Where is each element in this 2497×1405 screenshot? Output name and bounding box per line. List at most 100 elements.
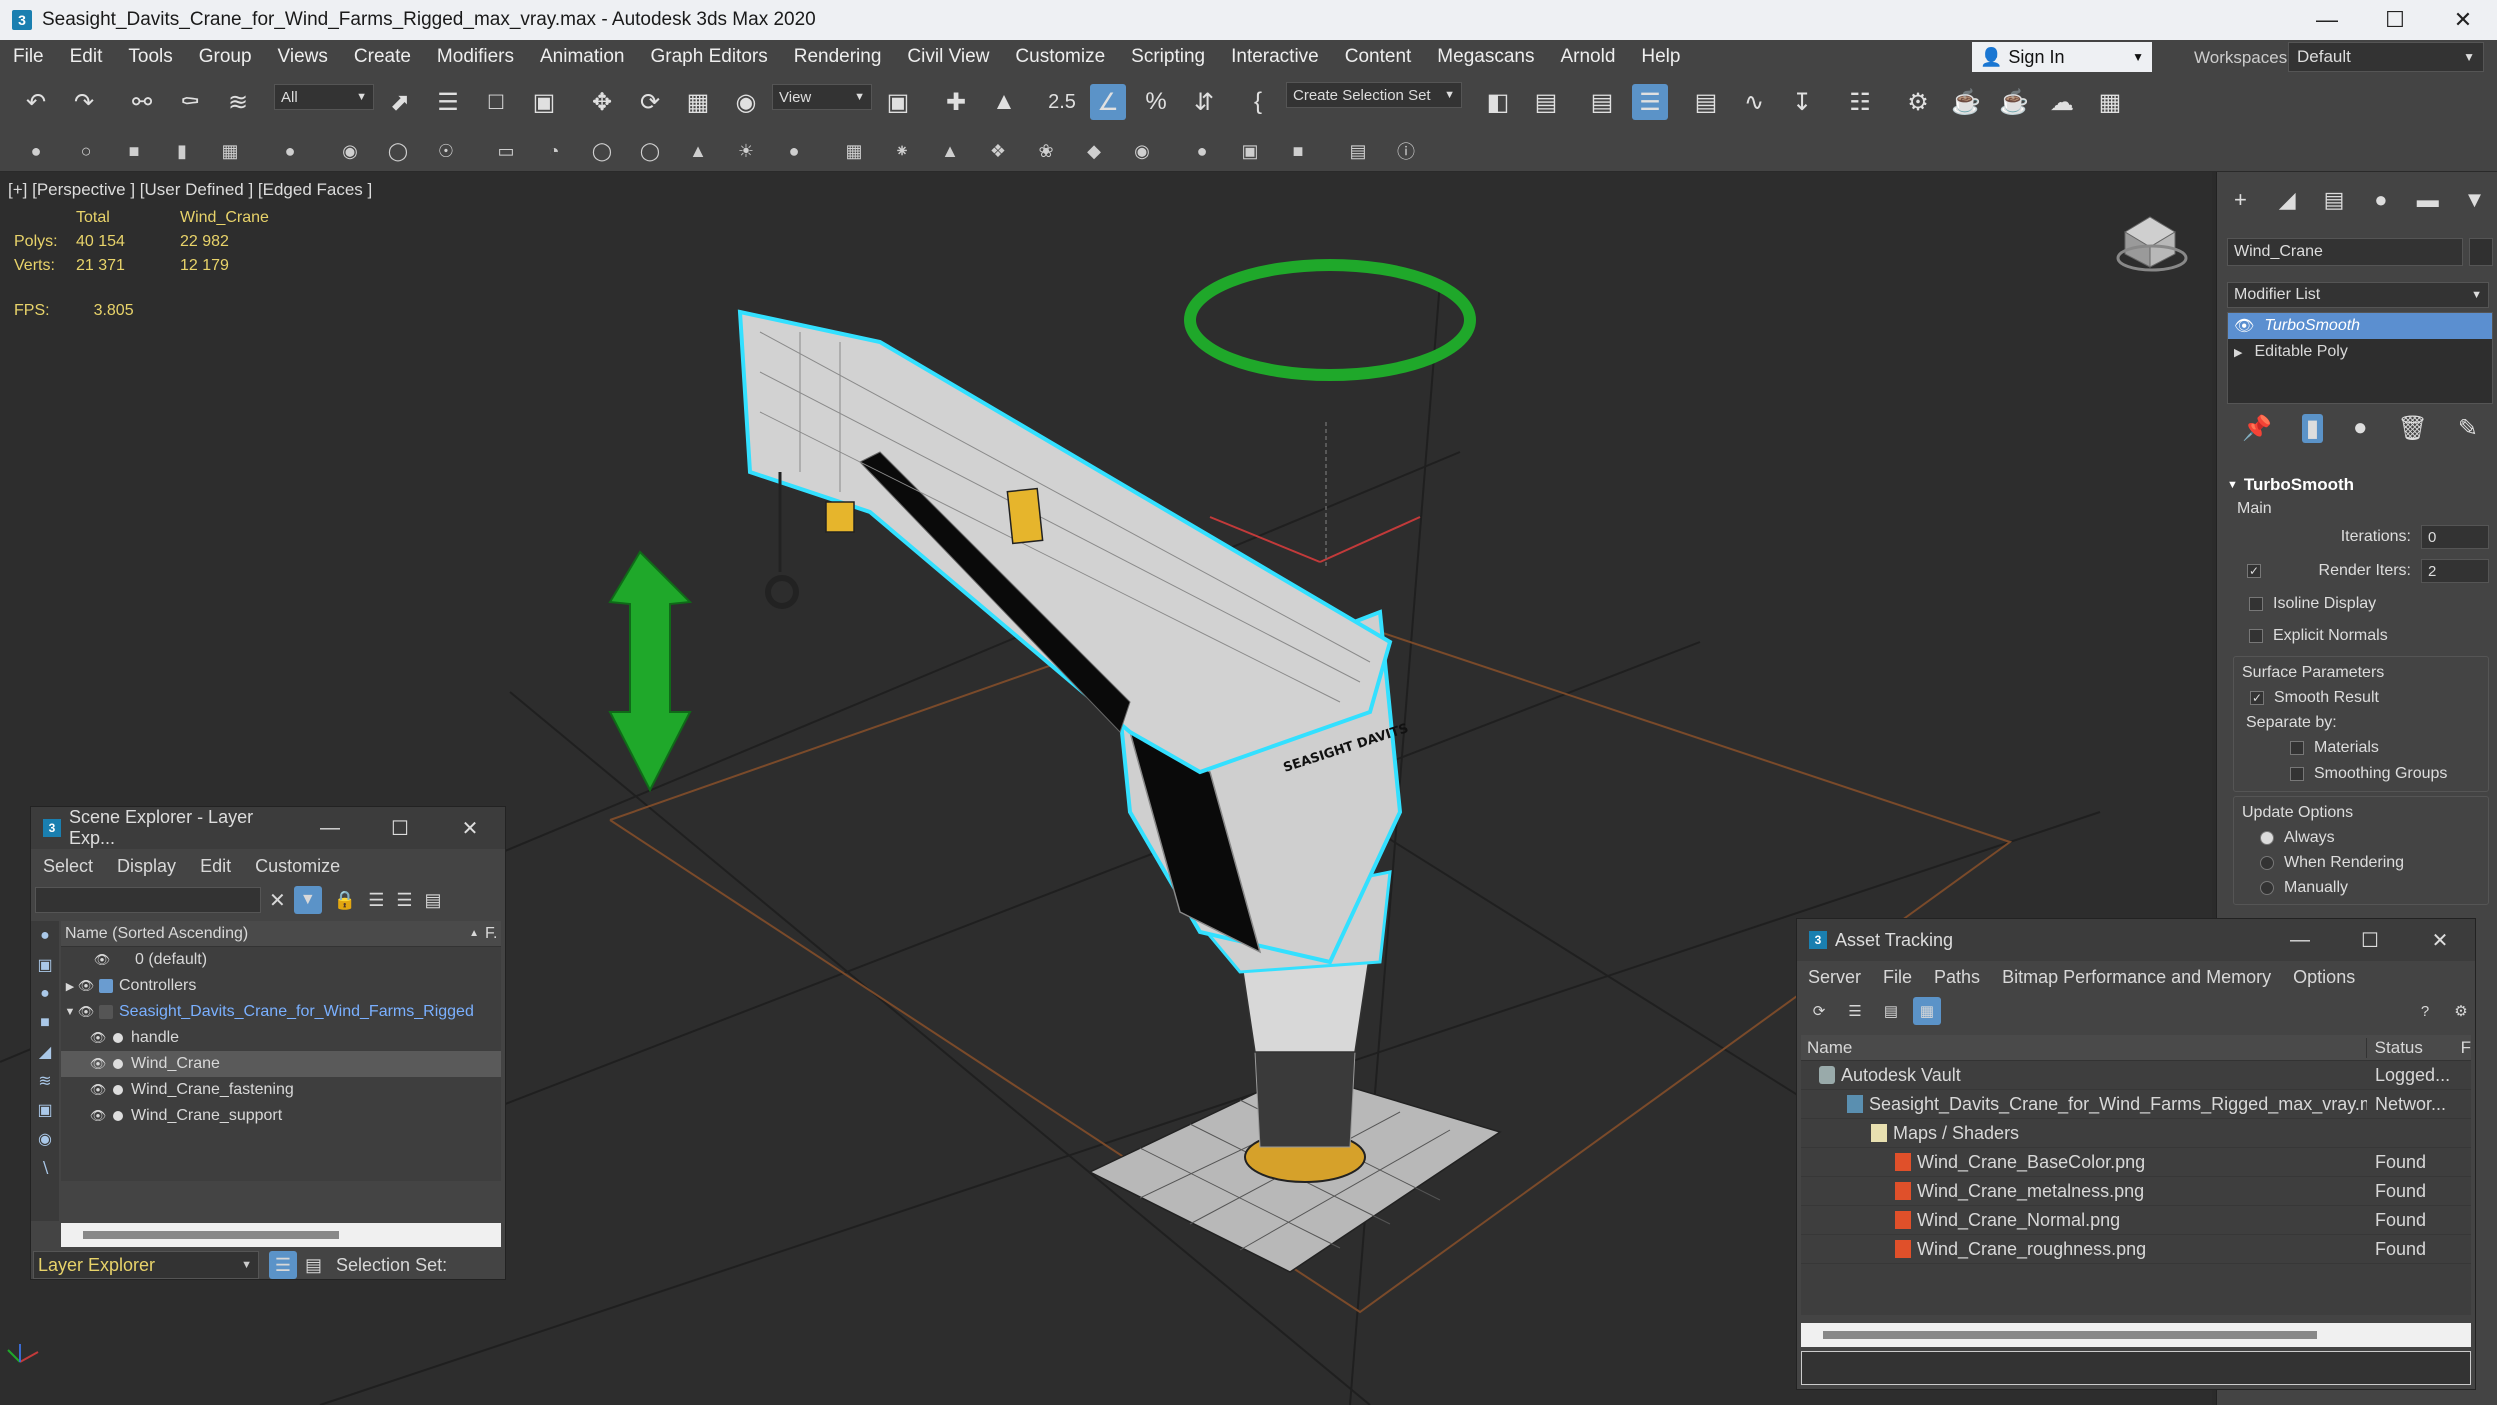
configure-modifier-sets-icon[interactable]: ✎ — [2458, 414, 2478, 443]
column-name-header[interactable]: Name — [1801, 1037, 2367, 1058]
snaps-toggle-icon[interactable]: 2.5 — [1040, 84, 1084, 120]
modify-tab-icon[interactable]: ◢ — [2264, 187, 2311, 213]
geometry-filter-icon[interactable]: ● — [31, 921, 59, 950]
plant-icon[interactable]: ❀ — [1032, 137, 1060, 165]
selection-filter-dropdown[interactable]: All ▼ — [274, 84, 374, 110]
xrefs-filter-icon[interactable]: ◉ — [31, 1124, 59, 1153]
select-manipulate-icon[interactable]: ✚ — [938, 84, 974, 120]
cone-icon[interactable]: ▲ — [684, 137, 712, 165]
iterations-spinner[interactable]: 0 — [2421, 525, 2489, 549]
manually-radio[interactable] — [2260, 880, 2274, 895]
horizontal-scrollbar[interactable] — [61, 1223, 501, 1247]
asset-row-roughness[interactable]: Wind_Crane_roughness.png Found — [1801, 1235, 2471, 1264]
edit-named-selection-icon[interactable]: { — [1240, 84, 1276, 120]
eye-icon[interactable]: 👁 — [89, 1056, 107, 1072]
torus-icon[interactable]: ◯ — [636, 137, 664, 165]
viewport-label[interactable]: [+] [Perspective ] [User Defined ] [Edge… — [8, 180, 372, 200]
schematic-view-icon[interactable]: ↧ — [1784, 84, 1820, 120]
render-setup-icon[interactable]: ⚙ — [1900, 84, 1936, 120]
camera-icon[interactable]: ◉ — [336, 137, 364, 165]
close-button[interactable]: ✕ — [2429, 0, 2497, 40]
camera-physical-icon[interactable]: ■ — [1284, 137, 1312, 165]
explicit-normals-checkbox[interactable] — [2249, 629, 2263, 643]
sign-in-dropdown[interactable]: 👤 Sign In ▼ — [1972, 42, 2152, 72]
menu-customize[interactable]: Customize — [1002, 46, 1118, 68]
shapes-filter-icon[interactable]: ▣ — [31, 950, 59, 979]
tree-row-wind-crane-support[interactable]: 👁 Wind_Crane_support — [61, 1103, 501, 1129]
workspace-dropdown[interactable]: Default ▼ — [2288, 42, 2484, 72]
menu-group[interactable]: Group — [186, 46, 265, 68]
menu-help[interactable]: Help — [1628, 46, 1693, 68]
rollout-header[interactable]: ▼ TurboSmooth — [2227, 472, 2489, 498]
asset-row-maps-folder[interactable]: Maps / Shaders — [1801, 1119, 2471, 1148]
remove-modifier-icon[interactable]: 🗑 — [2397, 414, 2427, 443]
menu-select[interactable]: Select — [31, 856, 105, 877]
modifier-list-dropdown[interactable]: Modifier List ▼ — [2227, 282, 2489, 308]
menu-edit[interactable]: Edit — [57, 46, 116, 68]
grid-icon[interactable]: ▦ — [840, 137, 868, 165]
render-iters-spinner[interactable]: 2 — [2421, 559, 2489, 583]
render-iters-checkbox[interactable]: ✓ — [2247, 564, 2261, 578]
move-icon[interactable]: ✥ — [584, 84, 620, 120]
material-ball-icon[interactable]: ● — [1188, 137, 1216, 165]
mirror-icon[interactable]: ◧ — [1480, 84, 1516, 120]
asset-row-normal[interactable]: Wind_Crane_Normal.png Found — [1801, 1206, 2471, 1235]
spacewarps-filter-icon[interactable]: ≋ — [31, 1066, 59, 1095]
sort-icon[interactable]: ▤ — [424, 890, 441, 911]
eye-icon[interactable]: 👁 — [89, 1082, 107, 1098]
create-layer-icon[interactable]: ☰ — [368, 890, 384, 911]
place-icon[interactable]: ◉ — [728, 84, 764, 120]
menu-file[interactable]: File — [1872, 967, 1923, 988]
scene-explorer-titlebar[interactable]: 3 Scene Explorer - Layer Exp... — ☐ ✕ — [31, 807, 505, 849]
eye-icon[interactable]: 👁 — [93, 952, 111, 968]
ball-icon[interactable]: ◯ — [588, 137, 616, 165]
lock-icon[interactable]: 🔒 — [334, 890, 356, 911]
close-button[interactable]: ✕ — [435, 816, 505, 841]
tree-row-wind-crane-fastening[interactable]: 👁 Wind_Crane_fastening — [61, 1077, 501, 1103]
maximize-button[interactable]: ☐ — [365, 816, 435, 841]
asset-row-basecolor[interactable]: Wind_Crane_BaseColor.png Found — [1801, 1148, 2471, 1177]
create-tab-icon[interactable]: + — [2217, 187, 2264, 213]
crane-hook[interactable] — [765, 575, 799, 609]
pivot-center-icon[interactable]: ▣ — [880, 84, 916, 120]
toggle-layer-explorer-icon[interactable]: ☰ — [1632, 84, 1668, 120]
hierarchy-icon[interactable]: ▤ — [305, 1255, 322, 1276]
autodesk-a360-gallery-icon[interactable]: ▦ — [2092, 84, 2128, 120]
maximize-button[interactable]: ☐ — [2361, 0, 2429, 40]
menu-options[interactable]: Options — [2282, 967, 2366, 988]
menu-content[interactable]: Content — [1332, 46, 1425, 68]
show-end-result-icon[interactable]: ▮ — [2301, 413, 2324, 443]
rock-icon[interactable]: ◆ — [1080, 137, 1108, 165]
dome-icon[interactable]: ◔ — [540, 137, 568, 165]
lift-controller-arrow[interactable] — [608, 550, 693, 793]
utilities-tab-icon[interactable]: ▼ — [2451, 187, 2497, 213]
space-warp-icon[interactable]: ☉ — [432, 137, 460, 165]
asset-row-metalness[interactable]: Wind_Crane_metalness.png Found — [1801, 1177, 2471, 1206]
light-icon[interactable]: ● — [276, 137, 304, 165]
teapot-icon[interactable]: ● — [22, 137, 50, 165]
undo-icon[interactable]: ↶ — [18, 84, 54, 120]
toggle-ribbon-icon[interactable]: ▤ — [1688, 84, 1724, 120]
select-by-name-icon[interactable]: ☰ — [430, 84, 466, 120]
window-crossing-icon[interactable]: ▣ — [526, 84, 562, 120]
percent-snap-icon[interactable]: % — [1138, 84, 1174, 120]
unlink-icon[interactable]: ⚰ — [172, 84, 208, 120]
help-icon[interactable]: ? — [2411, 997, 2439, 1025]
omni-light-icon[interactable]: ● — [780, 137, 808, 165]
menu-server[interactable]: Server — [1797, 967, 1872, 988]
plane-icon[interactable]: ▦ — [216, 137, 244, 165]
smoothing-groups-checkbox[interactable] — [2290, 767, 2304, 781]
redo-icon[interactable]: ↷ — [66, 84, 102, 120]
sphere-icon[interactable]: ○ — [72, 137, 100, 165]
table-view-icon[interactable]: ▦ — [1913, 997, 1941, 1025]
material-editor-icon[interactable]: ☷ — [1842, 84, 1878, 120]
smooth-result-checkbox[interactable]: ✓ — [2250, 691, 2264, 705]
menu-civil-view[interactable]: Civil View — [894, 46, 1002, 68]
layers-stack-icon[interactable]: ☰ — [396, 890, 412, 911]
eye-icon[interactable]: 👁 — [77, 1004, 95, 1020]
frame-buffer-icon[interactable]: ▤ — [1344, 137, 1372, 165]
spinner-snap-icon[interactable]: ⇵ — [1186, 84, 1222, 120]
asset-row-vault[interactable]: Autodesk Vault Logged... — [1801, 1061, 2471, 1090]
menu-customize[interactable]: Customize — [243, 856, 352, 877]
menu-graph-editors[interactable]: Graph Editors — [638, 46, 781, 68]
